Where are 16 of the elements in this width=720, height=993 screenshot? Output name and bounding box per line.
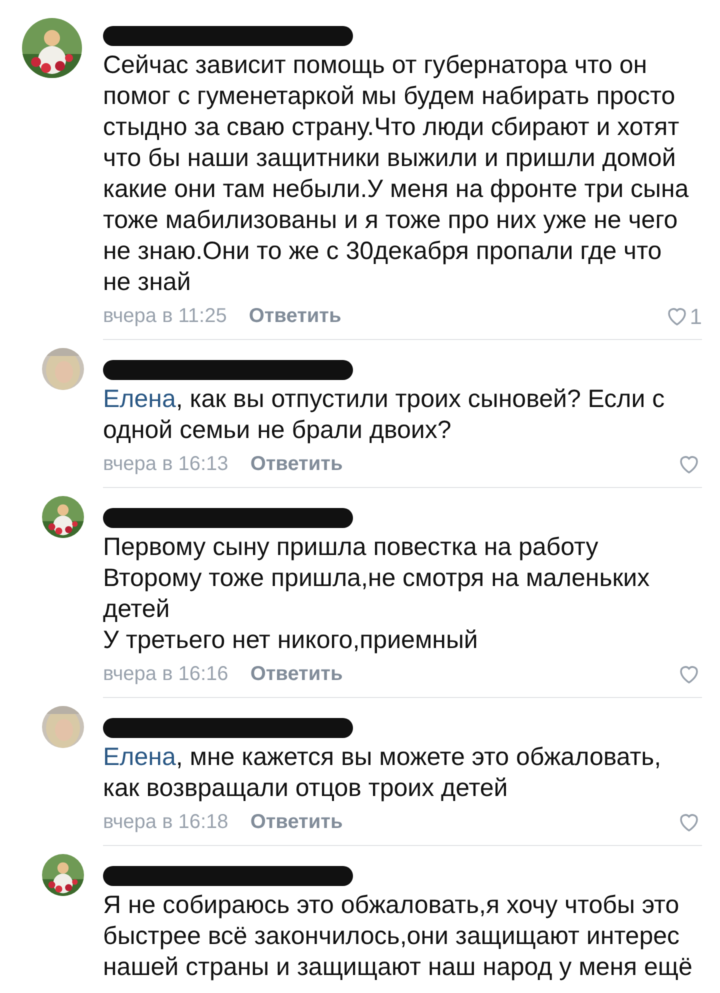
reply-to-link[interactable]: Елена	[103, 743, 176, 771]
comment-time: вчера в 16:13	[103, 452, 228, 477]
comment-text: Сейчас зависит помощь от губернатора что он помог с гуменетаркой мы будем набирать просто стыдно за сваю страну.Что люди сбирают и хотят что бы наши защитники выжили и пришли домой какие они там небыли.У меня на фронте три сына тоже мабилизованы и я тоже про них уже не чего не знаю.Они то же с 30декабря пропали где что не знай	[103, 50, 690, 298]
comment-time: вчера в 16:18	[103, 810, 228, 835]
like-button[interactable]: 1	[664, 300, 702, 332]
comment-text: Елена, мне кажется вы можете это обжаловать, как возвращали отцов троих детей	[103, 742, 662, 804]
comment-time: вчера в 16:16	[103, 662, 228, 687]
comment-text: Елена, как вы отпустили троих сыновей? Если с одной семьи не брали двоих?	[103, 384, 666, 446]
comment-text: Первому сыну пришла повестка на работу Второму тоже пришла,не смотря на маленьких детей У третьего нет никого,приемный	[103, 532, 651, 656]
reply-button[interactable]: Ответить	[250, 449, 343, 479]
reply-button[interactable]: Ответить	[250, 807, 343, 837]
reply-to-link[interactable]: Елена	[103, 385, 176, 413]
comment-text: Я не собираюсь это обжаловать,я хочу чтобы это быстрее всё закончилось,они защищают интерес нашей страны и защищают наш народ у меня ещё	[103, 890, 694, 983]
comment-time: вчера в 11:25	[103, 304, 227, 329]
reply-button[interactable]: Ответить	[250, 659, 343, 689]
reply-button[interactable]: Ответить	[248, 301, 342, 331]
